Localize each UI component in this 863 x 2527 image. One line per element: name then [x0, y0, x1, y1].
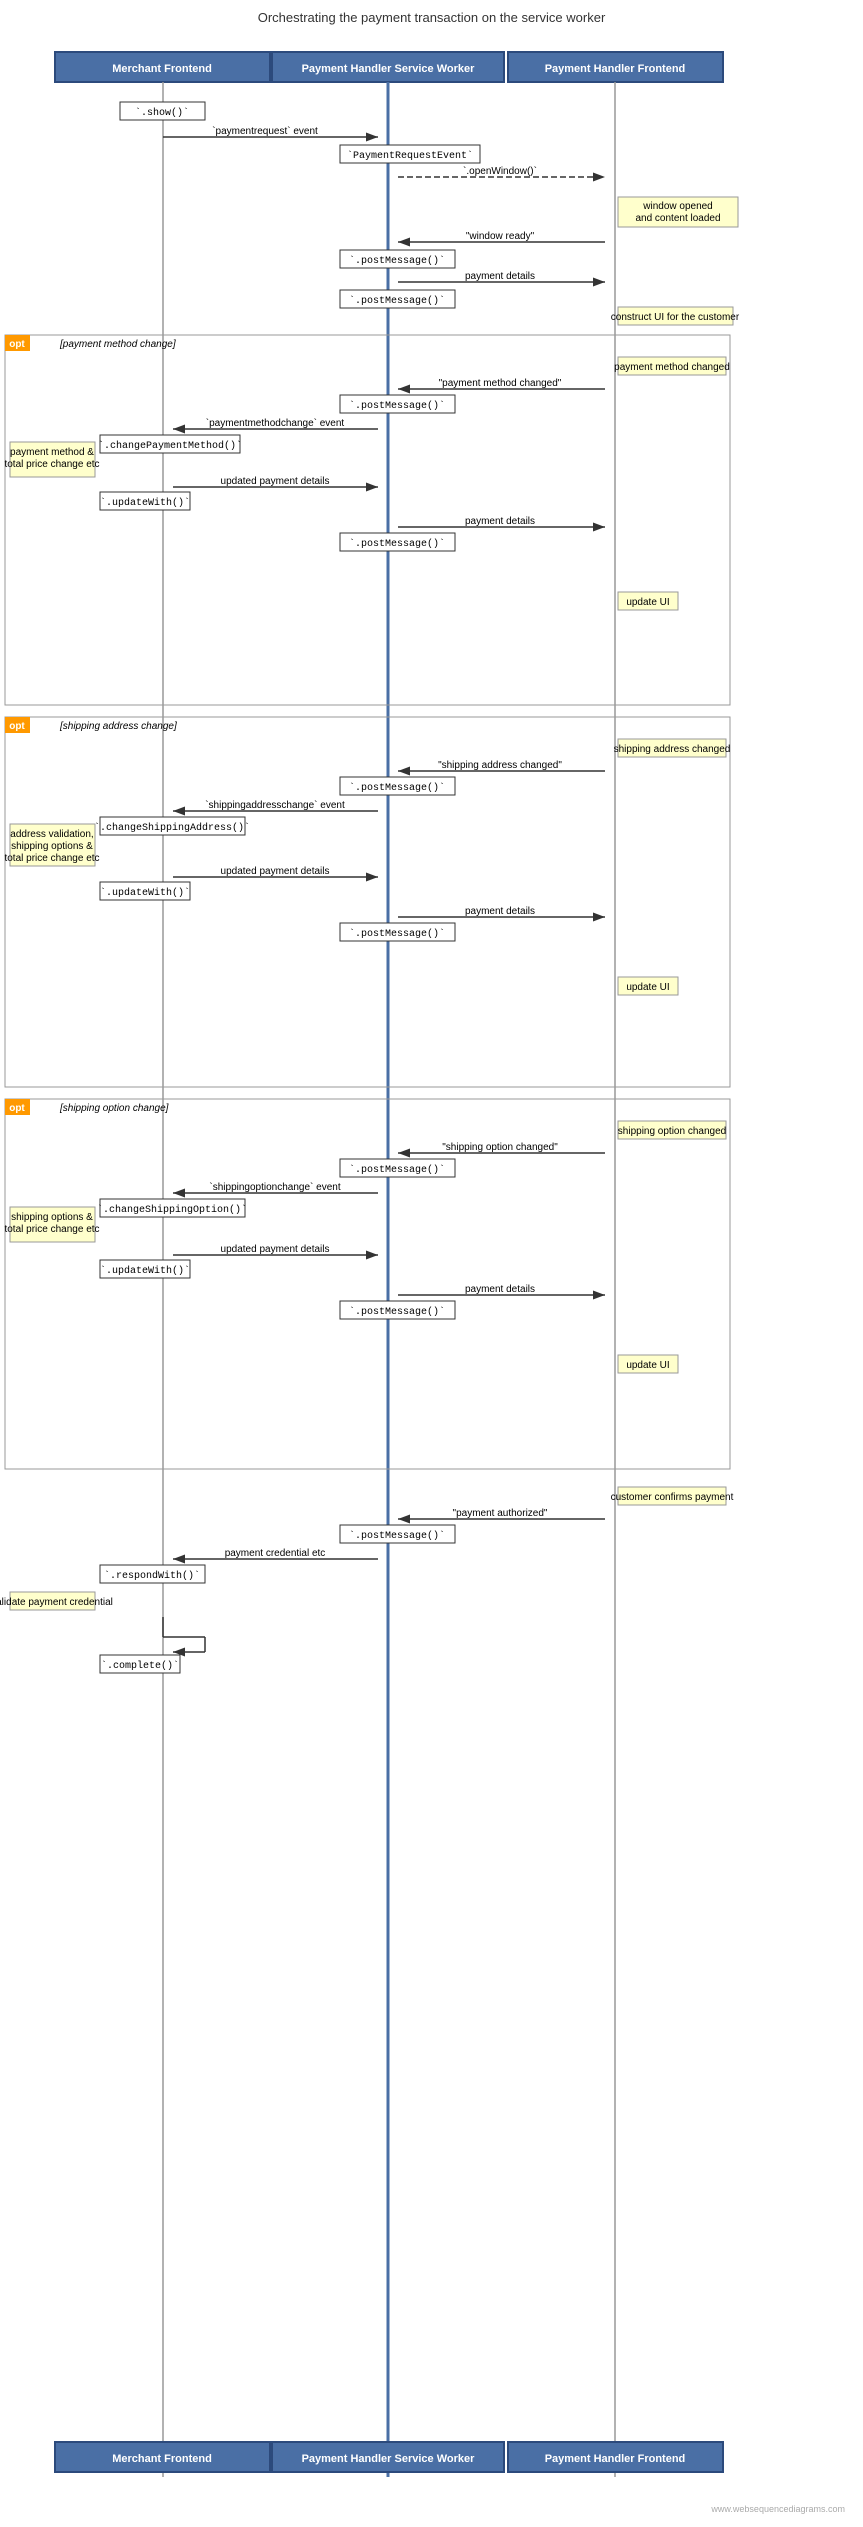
svg-text:validate payment credential: validate payment credential [0, 1597, 113, 1608]
svg-text:shipping options &: shipping options & [11, 841, 93, 852]
svg-text:payment details: payment details [465, 271, 535, 282]
svg-text:shipping address changed: shipping address changed [614, 744, 731, 755]
svg-text:total price change etc: total price change etc [4, 853, 99, 864]
svg-text:`.changeShippingOption()`: `.changeShippingOption()` [97, 1203, 247, 1216]
svg-text:payment details: payment details [465, 906, 535, 917]
svg-text:`.postMessage()`: `.postMessage()` [349, 399, 445, 412]
svg-text:`.postMessage()`: `.postMessage()` [349, 781, 445, 794]
svg-text:"shipping option changed": "shipping option changed" [442, 1142, 558, 1153]
watermark: www.websequencediagrams.com [710, 2504, 845, 2514]
svg-text:`.postMessage()`: `.postMessage()` [349, 254, 445, 267]
svg-text:`.updateWith()`: `.updateWith()` [100, 496, 190, 509]
svg-text:`.updateWith()`: `.updateWith()` [100, 886, 190, 899]
svg-text:[shipping address change]: [shipping address change] [59, 721, 177, 732]
svg-text:updated payment details: updated payment details [221, 1244, 330, 1255]
svg-text:address validation,: address validation, [10, 829, 93, 840]
svg-text:opt: opt [9, 339, 25, 350]
sequence-diagram: Merchant Frontend Payment Handler Servic… [0, 37, 863, 2517]
svg-text:payment details: payment details [465, 1284, 535, 1295]
svg-text:opt: opt [9, 721, 25, 732]
actor-frontend-bottom: Payment Handler Frontend [545, 2453, 686, 2465]
svg-text:`shippingaddresschange` event: `shippingaddresschange` event [205, 799, 345, 811]
svg-text:`.postMessage()`: `.postMessage()` [349, 927, 445, 940]
svg-text:opt: opt [9, 1103, 25, 1114]
svg-text:"payment method changed": "payment method changed" [439, 378, 562, 389]
svg-text:"window ready": "window ready" [466, 231, 535, 242]
svg-text:payment details: payment details [465, 516, 535, 527]
svg-text:payment credential etc: payment credential etc [225, 1548, 326, 1559]
svg-text:update UI: update UI [626, 597, 669, 608]
svg-text:`.show()`: `.show()` [135, 106, 189, 119]
svg-text:`paymentmethodchange` event: `paymentmethodchange` event [206, 417, 345, 429]
svg-text:"shipping address changed": "shipping address changed" [438, 760, 562, 771]
svg-text:shipping option changed: shipping option changed [618, 1126, 726, 1137]
diagram-container: Orchestrating the payment transaction on… [0, 0, 863, 2527]
actor-frontend-top: Payment Handler Frontend [545, 63, 686, 75]
svg-text:`.respondWith()`: `.respondWith()` [104, 1569, 200, 1582]
actor-sw-bottom: Payment Handler Service Worker [302, 2453, 476, 2465]
svg-text:construct UI for the customer: construct UI for the customer [611, 312, 740, 323]
svg-text:customer confirms payment: customer confirms payment [611, 1492, 734, 1503]
svg-text:`.postMessage()`: `.postMessage()` [349, 1163, 445, 1176]
svg-text:`.postMessage()`: `.postMessage()` [349, 537, 445, 550]
svg-text:total price change etc: total price change etc [4, 1224, 99, 1235]
svg-text:[payment method change]: [payment method change] [59, 339, 176, 350]
svg-text:and content loaded: and content loaded [635, 213, 720, 224]
actor-merchant-bottom: Merchant Frontend [112, 2453, 212, 2465]
svg-text:total price change etc: total price change etc [4, 459, 99, 470]
svg-text:`shippingoptionchange` event: `shippingoptionchange` event [209, 1181, 340, 1193]
svg-text:`.postMessage()`: `.postMessage()` [349, 1529, 445, 1542]
svg-text:payment method changed: payment method changed [614, 362, 730, 373]
diagram-title: Orchestrating the payment transaction on… [0, 10, 863, 25]
svg-text:"payment authorized": "payment authorized" [453, 1508, 548, 1519]
svg-text:`.complete()`: `.complete()` [101, 1659, 179, 1672]
svg-text:`.changeShippingAddress()`: `.changeShippingAddress()` [94, 821, 250, 834]
svg-text:`.postMessage()`: `.postMessage()` [349, 1305, 445, 1318]
svg-text:window opened: window opened [642, 201, 713, 212]
svg-text:`.postMessage()`: `.postMessage()` [349, 294, 445, 307]
actor-merchant-top: Merchant Frontend [112, 63, 212, 75]
svg-text:`paymentrequest` event: `paymentrequest` event [212, 125, 318, 137]
svg-text:updated payment details: updated payment details [221, 866, 330, 877]
svg-text:update UI: update UI [626, 1360, 669, 1371]
svg-text:update UI: update UI [626, 982, 669, 993]
svg-text:`PaymentRequestEvent`: `PaymentRequestEvent` [347, 149, 473, 162]
svg-text:`.updateWith()`: `.updateWith()` [100, 1264, 190, 1277]
svg-text:payment method &: payment method & [10, 447, 94, 458]
svg-text:`.changePaymentMethod()`: `.changePaymentMethod()` [98, 439, 242, 452]
svg-text:updated payment details: updated payment details [221, 476, 330, 487]
svg-text:shipping options &: shipping options & [11, 1212, 93, 1223]
actor-sw-top: Payment Handler Service Worker [302, 63, 476, 75]
svg-text:[shipping option change]: [shipping option change] [59, 1103, 169, 1114]
svg-text:`.openWindow()`: `.openWindow()` [463, 165, 537, 177]
